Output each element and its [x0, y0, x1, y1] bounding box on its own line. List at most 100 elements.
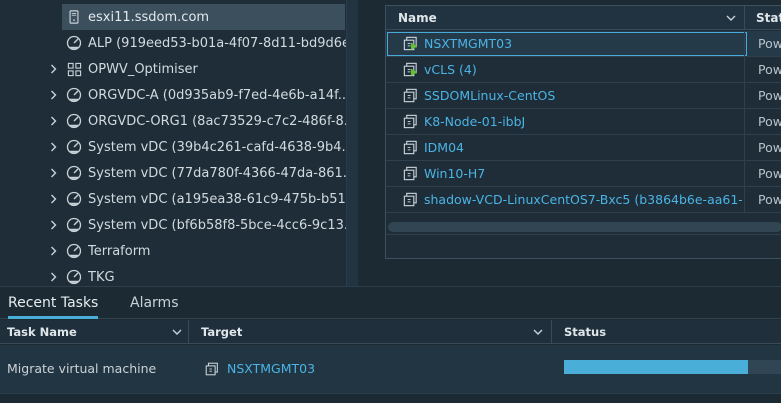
resource-pool-icon — [66, 87, 82, 103]
vm-grid-header: Name State — [386, 6, 781, 30]
vm-name-link[interactable]: Win10-H7 — [424, 166, 742, 181]
vm-row[interactable]: NSXTMGMT03 Powered On — [386, 31, 781, 57]
tree-scrollbar[interactable] — [346, 0, 358, 286]
tree-item-selected-host[interactable]: esxi11.ssdom.com — [62, 4, 345, 30]
vm-icon — [401, 113, 419, 131]
tree-item-label: System vDC (77da780f-4366-47da-861... — [88, 165, 346, 181]
vm-icon — [401, 87, 419, 105]
vm-icon — [401, 139, 419, 157]
chevron-down-icon[interactable] — [172, 320, 182, 344]
vm-name-link[interactable]: NSXTMGMT03 — [424, 36, 742, 51]
chevron-right-icon[interactable] — [48, 82, 58, 108]
tree-item-label: ORGVDC-A (0d935ab9-f7ed-4e6b-a14f... — [88, 87, 346, 103]
tree-item-label: OPWV_Optimiser — [88, 61, 198, 77]
tree-item-label: System vDC (bf6b58f8-5bce-4cc6-9c13... — [88, 217, 346, 233]
resource-pool-icon — [66, 191, 82, 207]
tree-item[interactable]: ORGVDC-A (0d935ab9-f7ed-4e6b-a14f... — [0, 82, 346, 108]
tree-item-label: ORGVDC-ORG1 (8ac73529-c7c2-486f-8... — [88, 113, 346, 129]
task-row[interactable]: Migrate virtual machine NSXTMGMT03 — [0, 345, 781, 393]
vm-name-link[interactable]: K8-Node-01-ibbJ — [424, 114, 742, 129]
vm-row[interactable]: Win10-H7 Powered On — [386, 161, 781, 187]
task-progress-fill — [564, 360, 749, 374]
tree-item-label: System vDC (a195ea38-61c9-475b-b510... — [88, 191, 346, 207]
tab-recent-tasks[interactable]: Recent Tasks — [8, 287, 99, 319]
column-separator[interactable] — [551, 320, 552, 344]
resource-pool-icon — [66, 139, 82, 155]
tree-item[interactable]: System vDC (a195ea38-61c9-475b-b510... — [0, 186, 346, 212]
vm-grid: Name State NSXTMGMT03 Powered On vCLS (4) P… — [385, 5, 781, 259]
vm-row[interactable]: IDM04 Powered On — [386, 135, 781, 161]
tree-item[interactable]: ORGVDC-ORG1 (8ac73529-c7c2-486f-8... — [0, 108, 346, 134]
vm-state: Powered On — [758, 114, 781, 129]
tree-item-label: TKG — [88, 269, 115, 285]
vm-powered-on-icon — [401, 61, 419, 79]
vm-name-link[interactable]: IDM04 — [424, 140, 742, 155]
chevron-right-icon[interactable] — [48, 56, 58, 82]
chevron-right-icon[interactable] — [48, 264, 58, 286]
chevron-right-icon[interactable] — [48, 186, 58, 212]
task-target-link[interactable]: NSXTMGMT03 — [227, 345, 315, 393]
column-header-task-name[interactable]: Task Name — [7, 320, 77, 344]
column-header-name[interactable]: Name — [398, 6, 437, 30]
column-separator[interactable] — [744, 6, 745, 30]
column-header-state[interactable]: State — [756, 6, 781, 30]
tasks-table-header: Task Name Target Status — [0, 320, 781, 344]
tree-item[interactable]: System vDC (77da780f-4366-47da-861... — [0, 160, 346, 186]
resource-pool-icon — [66, 165, 82, 181]
vm-name-link[interactable]: vCLS (4) — [424, 62, 742, 77]
horizontal-scrollbar[interactable] — [388, 222, 781, 232]
bottom-panel-tabs: Recent Tasks Alarms — [0, 287, 781, 319]
tree-item[interactable]: Terraform — [0, 238, 346, 264]
column-separator[interactable] — [188, 320, 189, 344]
scroll-track — [386, 234, 781, 235]
tree-item-label: esxi11.ssdom.com — [88, 9, 210, 25]
tab-alarms[interactable]: Alarms — [130, 287, 179, 319]
chevron-down-icon[interactable] — [726, 6, 736, 30]
vm-icon — [401, 191, 419, 209]
task-name: Migrate virtual machine — [7, 361, 157, 376]
tree-item-label: ALP (919eed53-b01a-4f07-8d11-bd9d6e... — [88, 35, 346, 51]
column-separator — [744, 161, 745, 187]
bottom-strip — [0, 393, 781, 403]
vm-state: Powered On — [758, 140, 781, 155]
vm-row[interactable]: K8-Node-01-ibbJ Powered On — [386, 109, 781, 135]
column-separator — [744, 109, 745, 135]
vm-powered-on-icon — [401, 35, 419, 53]
vm-state: Powered On — [758, 62, 781, 77]
column-separator — [744, 187, 745, 213]
chevron-right-icon[interactable] — [48, 212, 58, 238]
column-separator — [744, 57, 745, 83]
vm-icon — [401, 165, 419, 183]
tree-item-label: Terraform — [88, 243, 151, 259]
tree-item[interactable]: OPWV_Optimiser — [0, 56, 346, 82]
chevron-right-icon[interactable] — [48, 134, 58, 160]
vm-state: Powered On — [758, 88, 781, 103]
column-header-target[interactable]: Target — [201, 320, 242, 344]
task-progress-bar — [564, 360, 781, 374]
resource-pool-icon — [66, 243, 82, 259]
chevron-right-icon[interactable] — [48, 108, 58, 134]
chevron-right-icon[interactable] — [48, 160, 58, 186]
vm-row[interactable]: vCLS (4) Powered On — [386, 57, 781, 83]
column-separator — [744, 31, 745, 57]
inventory-tree: esxi11.ssdom.com ALP (919eed53-b01a-4f07-… — [0, 0, 346, 286]
vm-row[interactable]: shadow-VCD-LinuxCentOS7-Bxc5 (b3864b6e-a… — [386, 187, 781, 213]
vm-name-link[interactable]: SSDOMLinux-CentOS — [424, 88, 742, 103]
chevron-down-icon[interactable] — [533, 320, 543, 344]
tree-item[interactable]: System vDC (bf6b58f8-5bce-4cc6-9c13... — [0, 212, 346, 238]
vm-name-link[interactable]: shadow-VCD-LinuxCentOS7-Bxc5 (b3864b6e-a… — [424, 192, 742, 207]
resource-pool-icon — [66, 35, 82, 51]
resource-pool-icon — [66, 217, 82, 233]
vm-state: Powered On — [758, 36, 781, 51]
column-separator — [744, 83, 745, 109]
chevron-right-icon[interactable] — [48, 238, 58, 264]
vapp-icon — [66, 61, 82, 77]
vm-state: Powered On — [758, 192, 781, 207]
tree-item[interactable]: TKG — [0, 264, 346, 286]
vm-row[interactable]: SSDOMLinux-CentOS Powered On — [386, 83, 781, 109]
tree-item[interactable]: System vDC (39b4c261-cafd-4638-9b4... — [0, 134, 346, 160]
column-header-status[interactable]: Status — [564, 320, 606, 344]
host-icon — [66, 9, 82, 25]
tree-item[interactable]: ALP (919eed53-b01a-4f07-8d11-bd9d6e... — [0, 30, 346, 56]
resource-pool-icon — [66, 269, 82, 285]
